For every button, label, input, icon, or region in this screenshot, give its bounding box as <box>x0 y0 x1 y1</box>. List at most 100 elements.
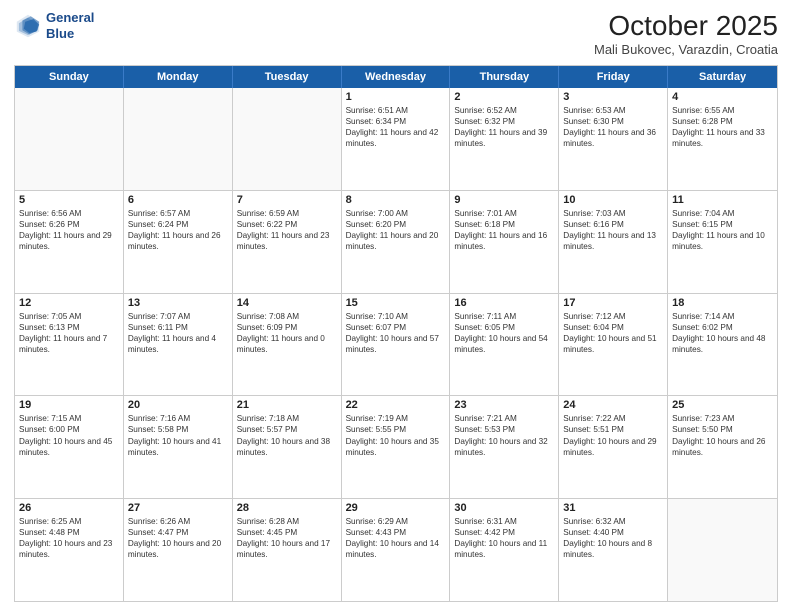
day-info: Sunrise: 6:32 AM Sunset: 4:40 PM Dayligh… <box>563 516 663 560</box>
day-cell-6: 6 Sunrise: 6:57 AM Sunset: 6:24 PM Daylig… <box>124 191 233 293</box>
day-cell-14: 14 Sunrise: 7:08 AM Sunset: 6:09 PM Dayli… <box>233 294 342 396</box>
day-info: Sunrise: 7:21 AM Sunset: 5:53 PM Dayligh… <box>454 413 554 457</box>
day-cell-11: 11 Sunrise: 7:04 AM Sunset: 6:15 PM Dayli… <box>668 191 777 293</box>
day-cell-25: 25Sunrise: 7:23 AM Sunset: 5:50 PM Dayli… <box>668 396 777 498</box>
day-number: 17 <box>563 297 663 309</box>
day-headers: SundayMondayTuesdayWednesdayThursdayFrid… <box>15 66 777 88</box>
calendar-container: General Blue October 2025 Mali Bukovec, … <box>0 0 792 612</box>
day-number: 24 <box>563 399 663 411</box>
day-cell-10: 10Sunrise: 7:03 AM Sunset: 6:16 PM Dayli… <box>559 191 668 293</box>
day-info: Sunrise: 7:07 AM Sunset: 6:11 PM Dayligh… <box>128 311 228 355</box>
day-info: Sunrise: 7:08 AM Sunset: 6:09 PM Dayligh… <box>237 311 337 355</box>
day-info: Sunrise: 7:05 AM Sunset: 6:13 PM Dayligh… <box>19 311 119 355</box>
day-info: Sunrise: 7:11 AM Sunset: 6:05 PM Dayligh… <box>454 311 554 355</box>
day-number: 10 <box>563 194 663 206</box>
day-cell-empty-0-1 <box>124 88 233 190</box>
day-cell-15: 15Sunrise: 7:10 AM Sunset: 6:07 PM Dayli… <box>342 294 451 396</box>
day-cell-28: 28 Sunrise: 6:28 AM Sunset: 4:45 PM Dayli… <box>233 499 342 601</box>
title-section: October 2025 Mali Bukovec, Varazdin, Cro… <box>594 10 778 57</box>
day-cell-23: 23Sunrise: 7:21 AM Sunset: 5:53 PM Dayli… <box>450 396 559 498</box>
day-header-thursday: Thursday <box>450 66 559 88</box>
week-row-4: 19 Sunrise: 7:15 AM Sunset: 6:00 PM Dayli… <box>15 396 777 499</box>
day-header-friday: Friday <box>559 66 668 88</box>
day-info: Sunrise: 6:51 AM Sunset: 6:34 PM Dayligh… <box>346 105 446 149</box>
day-cell-2: 2Sunrise: 6:52 AM Sunset: 6:32 PM Daylig… <box>450 88 559 190</box>
day-info: Sunrise: 7:12 AM Sunset: 6:04 PM Dayligh… <box>563 311 663 355</box>
calendar: SundayMondayTuesdayWednesdayThursdayFrid… <box>14 65 778 602</box>
day-info: Sunrise: 7:23 AM Sunset: 5:50 PM Dayligh… <box>672 413 773 457</box>
day-info: Sunrise: 7:14 AM Sunset: 6:02 PM Dayligh… <box>672 311 773 355</box>
day-info: Sunrise: 6:56 AM Sunset: 6:26 PM Dayligh… <box>19 208 119 252</box>
day-number: 26 <box>19 502 119 514</box>
day-info: Sunrise: 6:28 AM Sunset: 4:45 PM Dayligh… <box>237 516 337 560</box>
day-info: Sunrise: 6:31 AM Sunset: 4:42 PM Dayligh… <box>454 516 554 560</box>
day-cell-5: 5 Sunrise: 6:56 AM Sunset: 6:26 PM Daylig… <box>15 191 124 293</box>
week-row-5: 26 Sunrise: 6:25 AM Sunset: 4:48 PM Dayli… <box>15 499 777 601</box>
day-cell-17: 17 Sunrise: 7:12 AM Sunset: 6:04 PM Dayli… <box>559 294 668 396</box>
day-number: 11 <box>672 194 773 206</box>
day-cell-9: 9 Sunrise: 7:01 AM Sunset: 6:18 PM Daylig… <box>450 191 559 293</box>
day-info: Sunrise: 7:19 AM Sunset: 5:55 PM Dayligh… <box>346 413 446 457</box>
day-info: Sunrise: 7:00 AM Sunset: 6:20 PM Dayligh… <box>346 208 446 252</box>
day-number: 28 <box>237 502 337 514</box>
day-number: 12 <box>19 297 119 309</box>
day-number: 6 <box>128 194 228 206</box>
logo-text: General Blue <box>46 10 94 41</box>
day-cell-19: 19 Sunrise: 7:15 AM Sunset: 6:00 PM Dayli… <box>15 396 124 498</box>
day-number: 20 <box>128 399 228 411</box>
day-info: Sunrise: 7:01 AM Sunset: 6:18 PM Dayligh… <box>454 208 554 252</box>
day-number: 7 <box>237 194 337 206</box>
day-number: 19 <box>19 399 119 411</box>
day-info: Sunrise: 6:55 AM Sunset: 6:28 PM Dayligh… <box>672 105 773 149</box>
day-info: Sunrise: 6:26 AM Sunset: 4:47 PM Dayligh… <box>128 516 228 560</box>
day-info: Sunrise: 6:57 AM Sunset: 6:24 PM Dayligh… <box>128 208 228 252</box>
day-number: 31 <box>563 502 663 514</box>
day-info: Sunrise: 6:59 AM Sunset: 6:22 PM Dayligh… <box>237 208 337 252</box>
day-number: 3 <box>563 91 663 103</box>
day-cell-empty-0-0 <box>15 88 124 190</box>
day-info: Sunrise: 7:22 AM Sunset: 5:51 PM Dayligh… <box>563 413 663 457</box>
day-number: 5 <box>19 194 119 206</box>
day-number: 30 <box>454 502 554 514</box>
day-cell-12: 12 Sunrise: 7:05 AM Sunset: 6:13 PM Dayli… <box>15 294 124 396</box>
day-info: Sunrise: 7:15 AM Sunset: 6:00 PM Dayligh… <box>19 413 119 457</box>
day-cell-30: 30 Sunrise: 6:31 AM Sunset: 4:42 PM Dayli… <box>450 499 559 601</box>
day-cell-3: 3 Sunrise: 6:53 AM Sunset: 6:30 PM Daylig… <box>559 88 668 190</box>
day-number: 21 <box>237 399 337 411</box>
week-row-1: 1 Sunrise: 6:51 AM Sunset: 6:34 PM Daylig… <box>15 88 777 191</box>
day-cell-1: 1 Sunrise: 6:51 AM Sunset: 6:34 PM Daylig… <box>342 88 451 190</box>
day-header-saturday: Saturday <box>668 66 777 88</box>
day-number: 9 <box>454 194 554 206</box>
week-row-2: 5 Sunrise: 6:56 AM Sunset: 6:26 PM Daylig… <box>15 191 777 294</box>
day-info: Sunrise: 6:52 AM Sunset: 6:32 PM Dayligh… <box>454 105 554 149</box>
day-header-tuesday: Tuesday <box>233 66 342 88</box>
day-info: Sunrise: 7:18 AM Sunset: 5:57 PM Dayligh… <box>237 413 337 457</box>
day-header-sunday: Sunday <box>15 66 124 88</box>
day-cell-7: 7 Sunrise: 6:59 AM Sunset: 6:22 PM Daylig… <box>233 191 342 293</box>
day-number: 15 <box>346 297 446 309</box>
week-row-3: 12 Sunrise: 7:05 AM Sunset: 6:13 PM Dayli… <box>15 294 777 397</box>
location: Mali Bukovec, Varazdin, Croatia <box>594 42 778 57</box>
day-number: 16 <box>454 297 554 309</box>
day-cell-empty-0-2 <box>233 88 342 190</box>
day-number: 1 <box>346 91 446 103</box>
day-cell-16: 16 Sunrise: 7:11 AM Sunset: 6:05 PM Dayli… <box>450 294 559 396</box>
day-info: Sunrise: 7:16 AM Sunset: 5:58 PM Dayligh… <box>128 413 228 457</box>
day-info: Sunrise: 6:53 AM Sunset: 6:30 PM Dayligh… <box>563 105 663 149</box>
day-number: 27 <box>128 502 228 514</box>
day-number: 4 <box>672 91 773 103</box>
calendar-body: 1 Sunrise: 6:51 AM Sunset: 6:34 PM Daylig… <box>15 88 777 601</box>
day-cell-22: 22 Sunrise: 7:19 AM Sunset: 5:55 PM Dayli… <box>342 396 451 498</box>
day-number: 14 <box>237 297 337 309</box>
day-cell-20: 20 Sunrise: 7:16 AM Sunset: 5:58 PM Dayli… <box>124 396 233 498</box>
day-cell-27: 27 Sunrise: 6:26 AM Sunset: 4:47 PM Dayli… <box>124 499 233 601</box>
day-number: 18 <box>672 297 773 309</box>
day-info: Sunrise: 7:04 AM Sunset: 6:15 PM Dayligh… <box>672 208 773 252</box>
logo: General Blue <box>14 10 94 41</box>
day-cell-4: 4 Sunrise: 6:55 AM Sunset: 6:28 PM Daylig… <box>668 88 777 190</box>
day-number: 22 <box>346 399 446 411</box>
day-cell-13: 13Sunrise: 7:07 AM Sunset: 6:11 PM Dayli… <box>124 294 233 396</box>
day-info: Sunrise: 6:25 AM Sunset: 4:48 PM Dayligh… <box>19 516 119 560</box>
logo-icon <box>14 12 42 40</box>
day-number: 29 <box>346 502 446 514</box>
